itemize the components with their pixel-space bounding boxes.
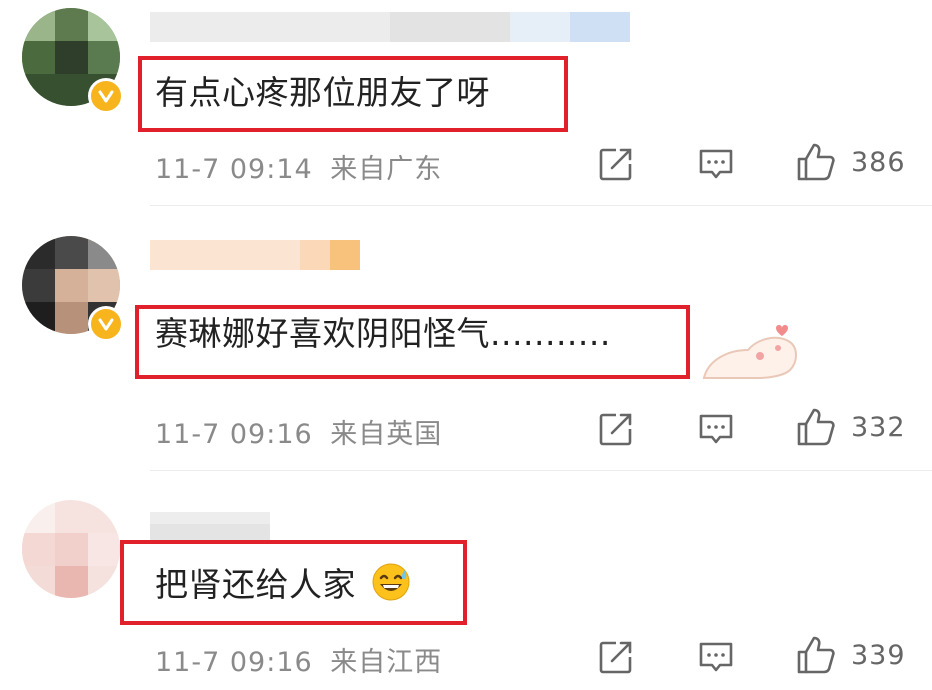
- comment-meta: 11-7 09:16 来自江西: [155, 640, 442, 679]
- verified-badge-icon: [88, 78, 124, 114]
- comment-time: 11-7 09:14: [155, 154, 313, 185]
- like-count: 332: [851, 411, 906, 443]
- like-button[interactable]: 386: [795, 141, 906, 183]
- cat-sticker: [698, 320, 804, 386]
- reply-button[interactable]: [697, 145, 735, 183]
- comment-meta: 11-7 09:16 来自英国: [155, 412, 442, 451]
- comment-text: 有点心疼那位朋友了呀: [155, 73, 490, 112]
- comment-text: 把肾还给人家: [155, 562, 411, 606]
- reply-button[interactable]: [697, 638, 735, 676]
- comment-location: 来自英国: [330, 419, 443, 450]
- like-button[interactable]: 332: [795, 406, 906, 448]
- thumbs-up-icon: [797, 143, 835, 181]
- divider: [150, 205, 932, 206]
- comment-location: 来自江西: [330, 647, 443, 678]
- share-button[interactable]: [597, 638, 635, 676]
- comment-time: 11-7 09:16: [155, 647, 313, 678]
- thumbs-up-icon: [797, 636, 835, 674]
- verified-badge-icon: [88, 306, 124, 342]
- thumbs-up-icon: [797, 408, 835, 446]
- comment-location: 来自广东: [330, 154, 443, 185]
- share-icon: [599, 641, 632, 674]
- share-icon: [599, 413, 632, 446]
- comment-meta: 11-7 09:14 来自广东: [155, 147, 442, 186]
- comment-text: 赛琳娜好喜欢阴阳怪气...........: [155, 314, 611, 353]
- like-count: 339: [851, 639, 906, 671]
- like-button[interactable]: 339: [795, 634, 906, 676]
- share-button[interactable]: [597, 145, 635, 183]
- sweat-smile-emoji: [372, 563, 410, 601]
- comment-icon: [699, 149, 733, 179]
- like-count: 386: [851, 146, 906, 178]
- comment-text-content: 把肾还给人家: [155, 565, 356, 604]
- share-button[interactable]: [597, 410, 635, 448]
- comment-time: 11-7 09:16: [155, 419, 313, 450]
- avatar[interactable]: [22, 500, 120, 598]
- reply-button[interactable]: [697, 410, 735, 448]
- comment-icon: [699, 642, 733, 672]
- divider: [150, 470, 932, 471]
- comment-icon: [699, 414, 733, 444]
- share-icon: [599, 148, 632, 181]
